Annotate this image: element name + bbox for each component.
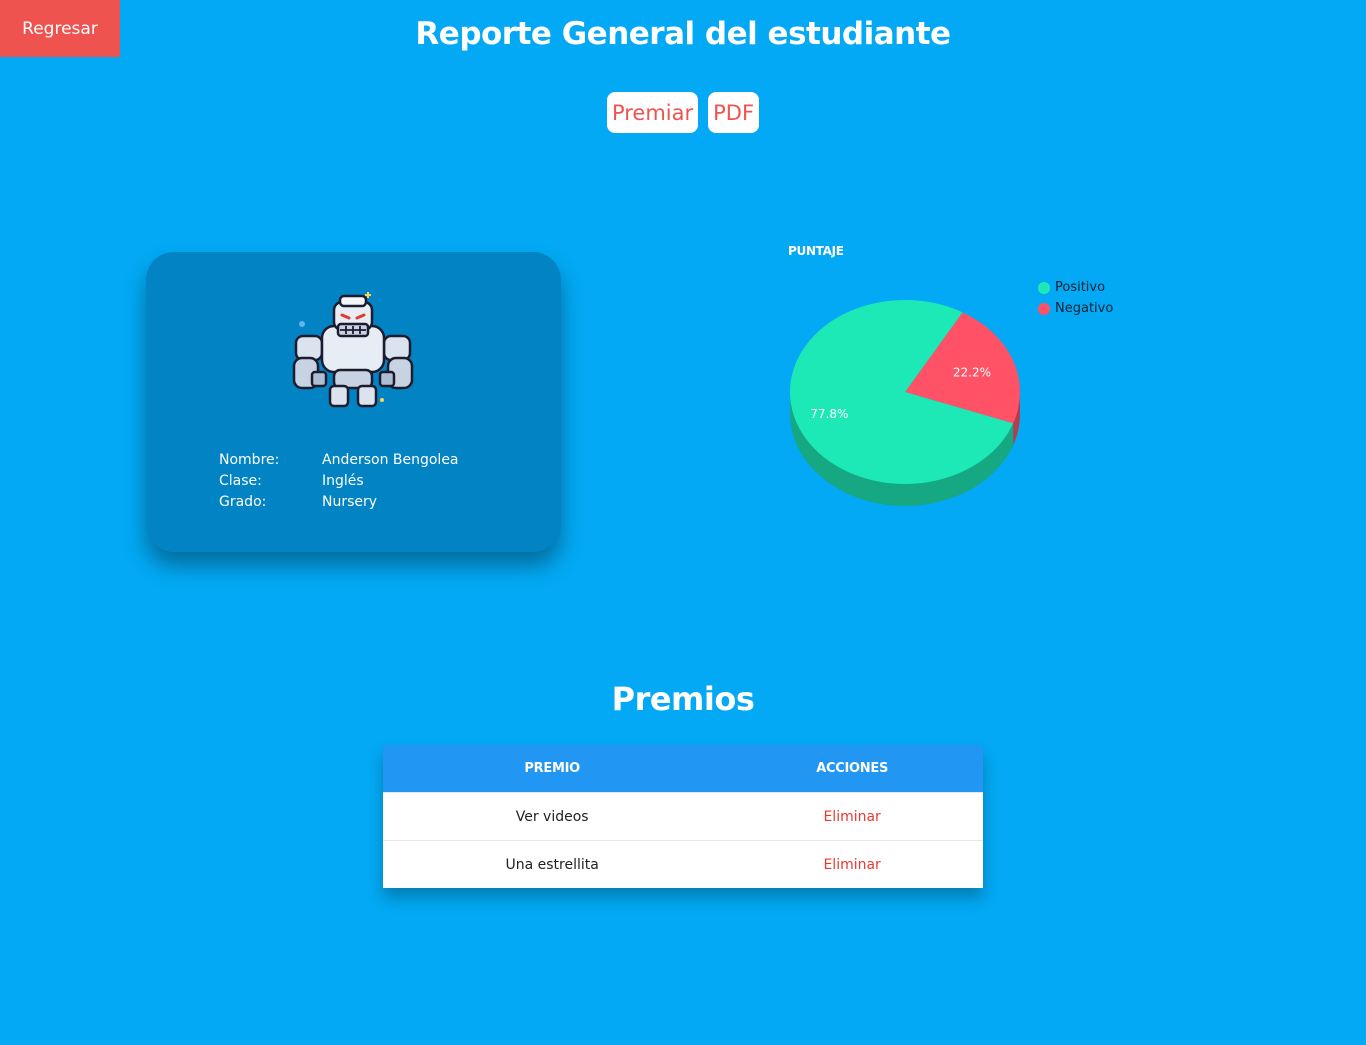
- pie-data-label-positivo: 77.8%: [810, 407, 848, 421]
- table-header-row: PREMIO ACCIONES: [383, 745, 983, 793]
- pdf-button[interactable]: PDF: [708, 92, 760, 133]
- prizes-title: Premios: [611, 680, 755, 718]
- delete-prize-link[interactable]: Eliminar: [721, 840, 983, 888]
- grade-value: Nursery: [322, 494, 378, 510]
- student-card: Nombre: Anderson Bengolea Clase: Inglés …: [146, 252, 561, 552]
- class-value: Inglés: [322, 473, 364, 489]
- robot-golem-icon: [292, 292, 414, 408]
- class-label: Clase:: [219, 473, 262, 489]
- student-info: Nombre: Anderson Bengolea Clase: Inglés …: [219, 450, 459, 513]
- student-name-row: Nombre: Anderson Bengolea: [219, 450, 459, 471]
- name-value: Anderson Bengolea: [322, 452, 459, 468]
- legend-item-positive[interactable]: Positivo: [1038, 277, 1113, 298]
- legend-swatch-positive: [1038, 281, 1050, 294]
- prize-cell: Una estrellita: [383, 840, 722, 888]
- score-pie-chart: 22.2% 77.8%: [790, 300, 1020, 506]
- legend-label-negative: Negativo: [1055, 301, 1114, 316]
- chart-legend: Positivo Negativo: [1038, 277, 1113, 319]
- page-title: Reporte General del estudiante: [415, 16, 951, 52]
- student-class-row: Clase: Inglés: [219, 471, 459, 492]
- table-row: Una estrellita Eliminar: [383, 840, 983, 888]
- legend-swatch-negative: [1038, 302, 1050, 315]
- grade-label: Grado:: [219, 494, 267, 510]
- delete-prize-link[interactable]: Eliminar: [721, 792, 983, 841]
- award-button[interactable]: Premiar: [606, 92, 699, 133]
- legend-item-negative[interactable]: Negativo: [1038, 298, 1113, 319]
- prize-cell: Ver videos: [383, 792, 722, 841]
- pie-data-label-negativo: 22.2%: [953, 365, 991, 379]
- student-grade-row: Grado: Nursery: [219, 492, 459, 513]
- prizes-table: PREMIO ACCIONES Ver videos Eliminar Una …: [383, 745, 983, 888]
- name-label: Nombre:: [219, 452, 280, 468]
- chart-title: PUNTAJE: [788, 244, 844, 258]
- action-bar: Premiar PDF: [0, 92, 1366, 133]
- column-header-actions: ACCIONES: [721, 745, 983, 793]
- column-header-prize: PREMIO: [383, 745, 722, 793]
- legend-label-positive: Positivo: [1055, 280, 1106, 295]
- table-row: Ver videos Eliminar: [383, 792, 983, 841]
